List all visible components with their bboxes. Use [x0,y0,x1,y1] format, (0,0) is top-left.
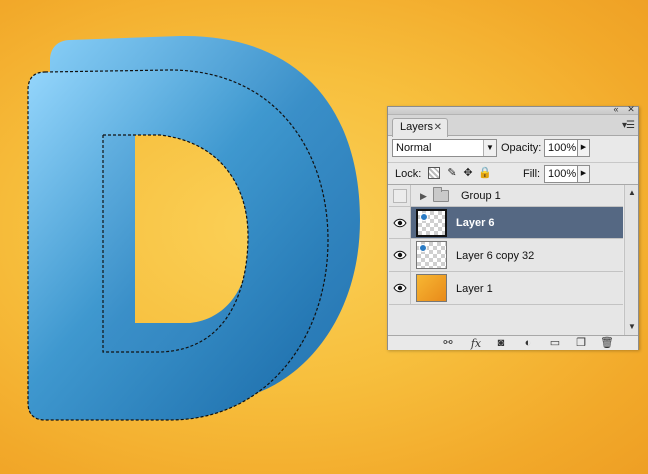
eye-icon [393,250,407,260]
visibility-toggle[interactable] [389,185,411,206]
lock-fill-row: Lock: ✎ ✥ 🔒 Fill: 100% ▶ [388,163,638,185]
blend-mode-value: Normal [396,142,432,154]
layer-thumbnail [416,274,447,302]
layer-row-group-1[interactable]: ▶ Group 1 [389,185,623,207]
lock-all-icon[interactable]: 🔒 [478,167,492,179]
opacity-label: Opacity: [501,142,542,154]
tab-layers[interactable]: Layers ✕ [392,118,448,137]
opacity-input[interactable]: 100% [544,139,578,157]
lock-transparent-icon[interactable] [428,167,440,179]
fill-label: Fill: [523,168,541,180]
disclosure-triangle-icon[interactable]: ▶ [420,191,427,202]
blend-opacity-row: Normal ▼ Opacity: 100% ▶ [388,136,638,163]
lock-move-icon[interactable]: ✥ [462,167,474,179]
layers-panel: « ✕ Layers ✕ ▾☰ Normal ▼ Opacity: 100% ▶… [387,104,639,350]
chevron-down-icon[interactable]: ▼ [483,140,496,156]
scroll-up-icon[interactable]: ▲ [625,187,639,199]
mask-icon[interactable]: ◙ [494,337,508,350]
panel-tab-row: Layers ✕ ▾☰ [388,115,638,137]
close-icon[interactable]: ✕ [626,104,636,114]
opacity-slider-button[interactable]: ▶ [577,139,590,157]
eye-icon [393,218,407,228]
eye-icon [393,283,407,293]
layer-thumbnail [416,241,447,269]
fill-value: 100% [548,168,577,180]
layer-row-layer-6-copy-32[interactable]: Layer 6 copy 32 [389,239,623,272]
layer-thumbnail-content [419,244,427,252]
fill-input[interactable]: 100% [544,165,578,183]
layer-name: Group 1 [461,190,501,202]
visibility-toggle[interactable] [389,272,411,304]
layers-bottom-toolbar: ⚯ fx ◙ ◐ ▭ ❐ 🗑 [388,335,638,350]
link-layers-icon[interactable]: ⚯ [440,337,456,350]
layer-row-layer-1[interactable]: Layer 1 [389,272,623,305]
blend-mode-select[interactable]: Normal ▼ [392,139,497,157]
panel-menu-icon[interactable]: ▾☰ [622,120,635,131]
adjustment-icon[interactable]: ◐ [520,337,536,350]
close-icon[interactable]: ✕ [434,119,442,136]
layer-name: Layer 1 [456,283,493,295]
visibility-off-icon [393,189,407,203]
layer-name: Layer 6 [456,217,495,229]
layer-name: Layer 6 copy 32 [456,250,535,262]
layers-scrollbar[interactable]: ▲ ▼ [624,185,638,335]
fill-slider-button[interactable]: ▶ [577,165,590,183]
fx-icon[interactable]: fx [467,337,485,350]
letter-d-front-shape [28,70,328,420]
opacity-value: 100% [548,142,577,154]
scroll-down-icon[interactable]: ▼ [625,321,639,333]
lock-label: Lock: [395,168,422,180]
visibility-toggle[interactable] [389,207,411,238]
layer-thumbnail-content [420,213,428,221]
tab-layers-label: Layers [400,121,434,133]
layer-row-layer-6[interactable]: Layer 6 [389,207,623,239]
new-layer-icon[interactable]: ❐ [574,337,588,350]
panel-titlebar[interactable]: « ✕ [388,104,638,115]
lock-paint-icon[interactable]: ✎ [446,167,458,179]
folder-icon [433,187,449,202]
visibility-toggle[interactable] [389,239,411,271]
layers-list: ▶ Group 1 Layer 6 Layer 6 copy 32 Layer … [389,185,623,335]
trash-icon[interactable]: 🗑 [600,337,614,350]
layer-thumbnail [416,209,447,237]
new-group-icon[interactable]: ▭ [548,337,562,350]
double-chevron-icon[interactable]: « [611,104,621,114]
